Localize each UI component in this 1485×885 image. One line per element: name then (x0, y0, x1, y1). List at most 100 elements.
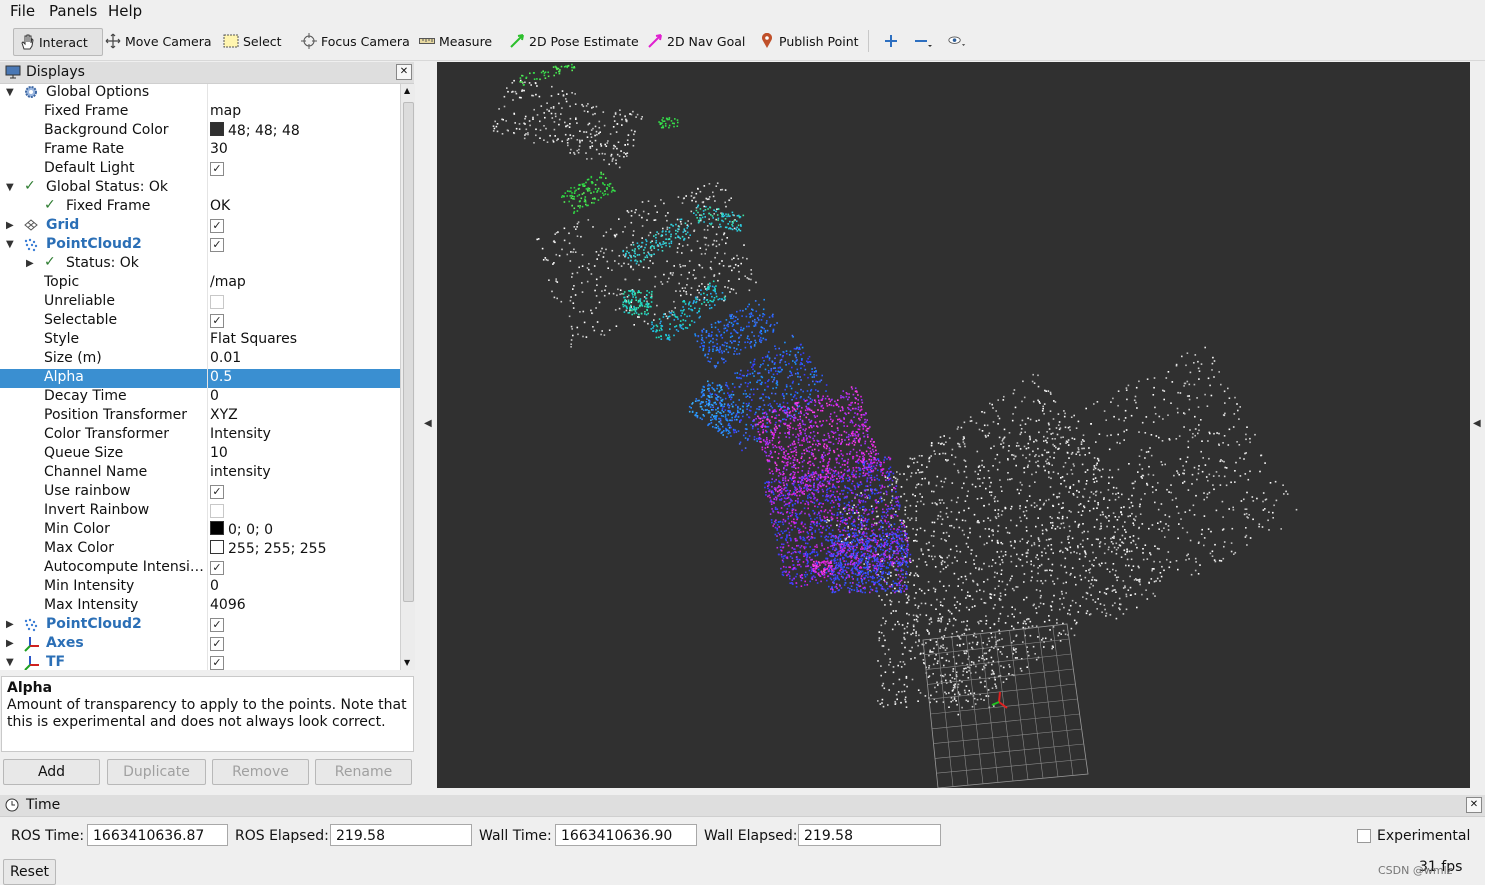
displays-scrollbar[interactable]: ▲ ▼ (400, 84, 415, 670)
checkbox-checked[interactable]: ✓ (210, 238, 224, 252)
scroll-up-icon[interactable]: ▲ (404, 86, 410, 95)
expand-down-icon[interactable]: ▼ (6, 657, 14, 668)
right-splitter[interactable]: ◀ (1471, 62, 1485, 788)
tree-row-axes[interactable]: ▶ Axes ✓ (0, 635, 400, 654)
reset-button[interactable]: Reset (3, 859, 56, 885)
tree-row-queue-size[interactable]: Queue Size 10 (0, 445, 400, 464)
nav-goal-tool-button[interactable]: 2D Nav Goal (642, 28, 749, 54)
menu-panels[interactable]: Panels (49, 2, 97, 20)
remove-tool-button[interactable] (910, 28, 939, 54)
tree-row-autocompute-intensity[interactable]: Autocompute Intensi… ✓ (0, 559, 400, 578)
tree-row-fixed-frame-status[interactable]: ✓ Fixed Frame OK (0, 197, 400, 217)
tree-value[interactable]: 0 (210, 388, 219, 404)
tree-row-pointcloud2[interactable]: ▼ PointCloud2 ✓ (0, 236, 400, 255)
tree-value[interactable]: XYZ (210, 407, 238, 423)
collapse-right-icon[interactable]: ◀ (1473, 418, 1481, 429)
expand-down-icon[interactable]: ▼ (6, 182, 14, 193)
tree-value[interactable]: 0; 0; 0 (210, 521, 273, 538)
expand-right-icon[interactable]: ▶ (6, 638, 14, 649)
tree-row-style[interactable]: Style Flat Squares (0, 331, 400, 350)
remove-button[interactable]: Remove (212, 759, 309, 785)
tree-row-color-transformer[interactable]: Color Transformer Intensity (0, 426, 400, 445)
expand-down-icon[interactable]: ▼ (6, 87, 14, 98)
checkbox-checked[interactable]: ✓ (210, 561, 224, 575)
tree-row-max-intensity[interactable]: Max Intensity 4096 (0, 597, 400, 616)
tree-row-global-options[interactable]: ▼ Global Options (0, 84, 400, 103)
tree-value[interactable]: 0.5 (210, 369, 232, 385)
checkbox-unchecked[interactable] (210, 295, 224, 309)
tree-value[interactable]: 4096 (210, 597, 246, 613)
tree-value[interactable]: 255; 255; 255 (210, 540, 327, 557)
tree-row-max-color[interactable]: Max Color 255; 255; 255 (0, 540, 400, 559)
tree-row-decay-time[interactable]: Decay Time 0 (0, 388, 400, 407)
pose-estimate-tool-button[interactable]: 2D Pose Estimate (504, 28, 643, 54)
tree-row-grid[interactable]: ▶ Grid ✓ (0, 217, 400, 236)
checkbox-checked[interactable]: ✓ (210, 162, 224, 176)
tree-value[interactable]: 0 (210, 578, 219, 594)
tree-row-background-color[interactable]: Background Color 48; 48; 48 (0, 122, 400, 141)
expand-down-icon[interactable]: ▼ (6, 239, 14, 250)
expand-right-icon[interactable]: ▶ (6, 220, 14, 231)
displays-close-icon[interactable]: ✕ (396, 64, 412, 80)
tree-row-tf[interactable]: ▼ TF ✓ (0, 654, 400, 670)
tree-value[interactable]: 30 (210, 141, 228, 157)
tree-row-use-rainbow[interactable]: Use rainbow ✓ (0, 483, 400, 502)
checkbox-checked[interactable]: ✓ (210, 485, 224, 499)
render-viewport[interactable] (437, 62, 1470, 788)
wall-elapsed-field[interactable]: 219.58 (798, 824, 941, 846)
add-tool-button[interactable] (878, 28, 907, 54)
left-splitter[interactable]: ◀ (415, 62, 436, 788)
expand-right-icon[interactable]: ▶ (6, 619, 14, 630)
tree-row-frame-rate[interactable]: Frame Rate 30 (0, 141, 400, 160)
scroll-down-icon[interactable]: ▼ (404, 658, 410, 667)
add-button[interactable]: Add (3, 759, 100, 785)
checkbox-checked[interactable]: ✓ (210, 637, 224, 651)
tree-value[interactable]: /map (210, 274, 246, 290)
tree-row-topic[interactable]: Topic /map (0, 274, 400, 293)
tree-row-min-color[interactable]: Min Color 0; 0; 0 (0, 521, 400, 540)
view-tool-button[interactable] (944, 28, 973, 54)
tree-value[interactable]: intensity (210, 464, 271, 480)
expand-right-icon[interactable]: ▶ (26, 258, 34, 269)
menu-help[interactable]: Help (108, 2, 142, 20)
checkbox-unchecked[interactable] (210, 504, 224, 518)
move-camera-tool-button[interactable]: Move Camera (100, 28, 216, 54)
measure-tool-button[interactable]: Measure (414, 28, 496, 54)
select-tool-button[interactable]: Select (218, 28, 286, 54)
tree-row-invert-rainbow[interactable]: Invert Rainbow (0, 502, 400, 521)
tree-row-global-status[interactable]: ▼ ✓ Global Status: Ok (0, 178, 400, 198)
ros-time-field[interactable]: 1663410636.87 (87, 824, 228, 846)
experimental-checkbox[interactable] (1357, 829, 1371, 843)
rename-button[interactable]: Rename (315, 759, 412, 785)
tree-row-min-intensity[interactable]: Min Intensity 0 (0, 578, 400, 597)
checkbox-checked[interactable]: ✓ (210, 618, 224, 632)
duplicate-button[interactable]: Duplicate (107, 759, 206, 785)
tree-row-unreliable[interactable]: Unreliable (0, 293, 400, 312)
checkbox-checked[interactable]: ✓ (210, 656, 224, 670)
tree-row-position-transformer[interactable]: Position Transformer XYZ (0, 407, 400, 426)
menu-file[interactable]: File (10, 2, 35, 20)
focus-camera-tool-button[interactable]: Focus Camera (296, 28, 414, 54)
publish-point-tool-button[interactable]: Publish Point (754, 28, 863, 54)
tree-value[interactable]: 10 (210, 445, 228, 461)
ros-elapsed-field[interactable]: 219.58 (330, 824, 472, 846)
tree-row-fixed-frame[interactable]: Fixed Frame map (0, 103, 400, 122)
tree-value[interactable]: Intensity (210, 426, 271, 442)
tree-value[interactable]: Flat Squares (210, 331, 297, 347)
tree-row-pointcloud2-second[interactable]: ▶ PointCloud2 ✓ (0, 616, 400, 635)
wall-time-field[interactable]: 1663410636.90 (555, 824, 697, 846)
tree-row-size[interactable]: Size (m) 0.01 (0, 350, 400, 369)
checkbox-checked[interactable]: ✓ (210, 219, 224, 233)
collapse-left-icon[interactable]: ◀ (424, 418, 432, 429)
checkbox-checked[interactable]: ✓ (210, 314, 224, 328)
tree-value[interactable]: 0.01 (210, 350, 241, 366)
tree-row-status-ok[interactable]: ▶ ✓ Status: Ok (0, 254, 400, 274)
time-close-icon[interactable]: ✕ (1466, 797, 1482, 813)
tree-row-default-light[interactable]: Default Light ✓ (0, 160, 400, 179)
tree-row-channel-name[interactable]: Channel Name intensity (0, 464, 400, 483)
interact-tool-button[interactable]: Interact (13, 28, 103, 56)
tree-value[interactable]: 48; 48; 48 (210, 122, 300, 139)
tree-row-alpha-selected[interactable]: Alpha 0.5 (0, 369, 400, 388)
scrollbar-thumb[interactable] (403, 102, 414, 602)
tree-value[interactable]: map (210, 103, 241, 119)
